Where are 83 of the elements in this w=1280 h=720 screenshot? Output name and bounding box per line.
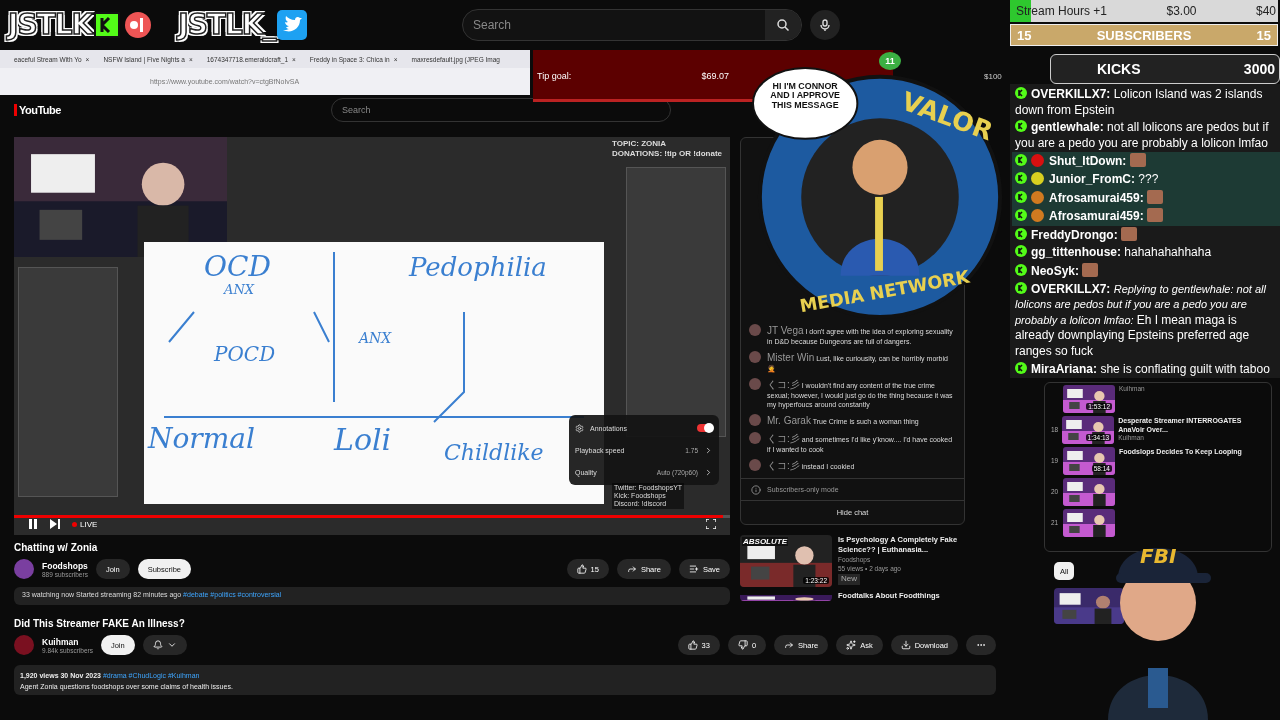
kick-icon (1015, 227, 1027, 240)
handwritten-word: Pedophilia (409, 252, 547, 282)
chat-message: gg_tittenhouse: hahahahahhaha (1012, 244, 1280, 262)
user-avatar (749, 459, 761, 471)
kicks-count: 3000 (1243, 61, 1275, 77)
thumbs-up-icon (576, 564, 587, 574)
video-title: Did This Streamer FAKE An Illness? (14, 618, 186, 629)
chat-message: NeoSyk: (1012, 261, 1280, 281)
kick-icon (1015, 87, 1027, 99)
tip-goal-label: Tip goal: (537, 71, 572, 81)
stream-hours-amount: $3.00 (1166, 4, 1197, 18)
tip-goal-target: $100 (984, 72, 1002, 81)
chevron-icon (704, 467, 713, 477)
chat-message: Shut_ItDown: (1012, 152, 1280, 171)
list-plus-icon (688, 564, 699, 574)
kick-icon (1015, 171, 1027, 184)
topic-text: TOPIC: ZONIA DONATIONS: !tip OR !donate (612, 139, 723, 159)
handwritten-word: Normal (148, 422, 255, 455)
user-avatar (749, 323, 761, 336)
kick-icon (1015, 120, 1027, 133)
chat-message: MiraAriana: she is conflating guilt with taboo (1012, 360, 1280, 379)
video-player[interactable] (14, 137, 730, 535)
user-avatar (749, 413, 761, 426)
user-avatar (749, 350, 761, 363)
fullscreen-icon[interactable] (706, 519, 716, 529)
tip-amount: $69.07 (701, 71, 729, 81)
speech-bubble-text: HI I'M CONNOR AND I APPROVE THIS MESSAGE (769, 81, 841, 111)
thumbs-up-icon (687, 640, 698, 650)
handwritten-word: ANX (359, 330, 392, 346)
thumbs-down-icon (737, 640, 748, 650)
stream-hours-goal: $40 (1255, 4, 1276, 18)
kick-icon (1015, 263, 1027, 276)
subscriber-count: 15 (1017, 27, 1032, 43)
download-icon (900, 640, 911, 650)
next-icon[interactable] (50, 519, 60, 529)
subscriber-count: 15 (1256, 27, 1271, 43)
bell-icon (152, 640, 163, 650)
kick-icon (1015, 209, 1027, 222)
bird-icon (277, 9, 308, 40)
handwritten-word: Childlike (444, 440, 544, 465)
chat-message: Afrosamurai459: (1012, 207, 1280, 226)
subscribers-label: SUBSCRIBERS (1096, 27, 1192, 43)
info-icon (751, 484, 761, 495)
notification-button[interactable] (142, 635, 187, 655)
handwritten-word: ANX (224, 282, 255, 297)
channel-name[interactable]: Foodshops (42, 560, 88, 571)
channel-logo: JSTLK_ (178, 8, 276, 41)
channel-avatar[interactable] (14, 559, 34, 579)
kick-icon (1015, 281, 1027, 294)
chat-message: FreddyDrongo: (1012, 225, 1280, 245)
goal-badge: 11 (879, 52, 901, 70)
search-field[interactable]: Search (462, 9, 802, 41)
search-icon (777, 19, 789, 31)
kick-icon (1015, 361, 1027, 374)
kick-icon (1015, 154, 1027, 167)
channel-name[interactable]: Kuihman (42, 636, 93, 647)
chat-message: gentlewhale: not all lolicons are pedos but if you are a pedo you are probably a lolicon lmfao (1014, 119, 1270, 152)
kick-icon (1015, 190, 1027, 203)
figure-drawing: FBI (1098, 518, 1218, 720)
youtube-logo[interactable]: YouTube (14, 104, 61, 116)
video-title: Chatting w/ Zonia (14, 542, 99, 553)
handwritten-word: POCD (214, 342, 276, 366)
sparkle-icon (846, 640, 857, 650)
kicks-label: KICKS (1097, 61, 1141, 77)
share-icon (626, 564, 637, 574)
share-icon (784, 640, 795, 650)
handwritten-word: Loli (334, 422, 392, 457)
handwritten-word: OCD (204, 250, 271, 283)
new-badge: New (838, 574, 860, 585)
user-avatar (749, 377, 761, 390)
toggle[interactable] (697, 424, 713, 432)
kick-icon (94, 10, 153, 39)
live-indicator[interactable]: LIVE (80, 519, 98, 529)
chevron-down-icon (166, 640, 177, 650)
pause-icon[interactable] (28, 519, 38, 529)
kick-icon (1015, 245, 1027, 258)
user-avatar (749, 431, 761, 444)
chevron-icon (704, 445, 713, 455)
settings-icon (575, 423, 584, 433)
thumbnail-text: ABSOLUTE (742, 537, 788, 546)
channel-logo: JSTLK (8, 8, 93, 41)
microphone-icon[interactable] (820, 19, 830, 31)
live-dot-icon (72, 521, 77, 527)
